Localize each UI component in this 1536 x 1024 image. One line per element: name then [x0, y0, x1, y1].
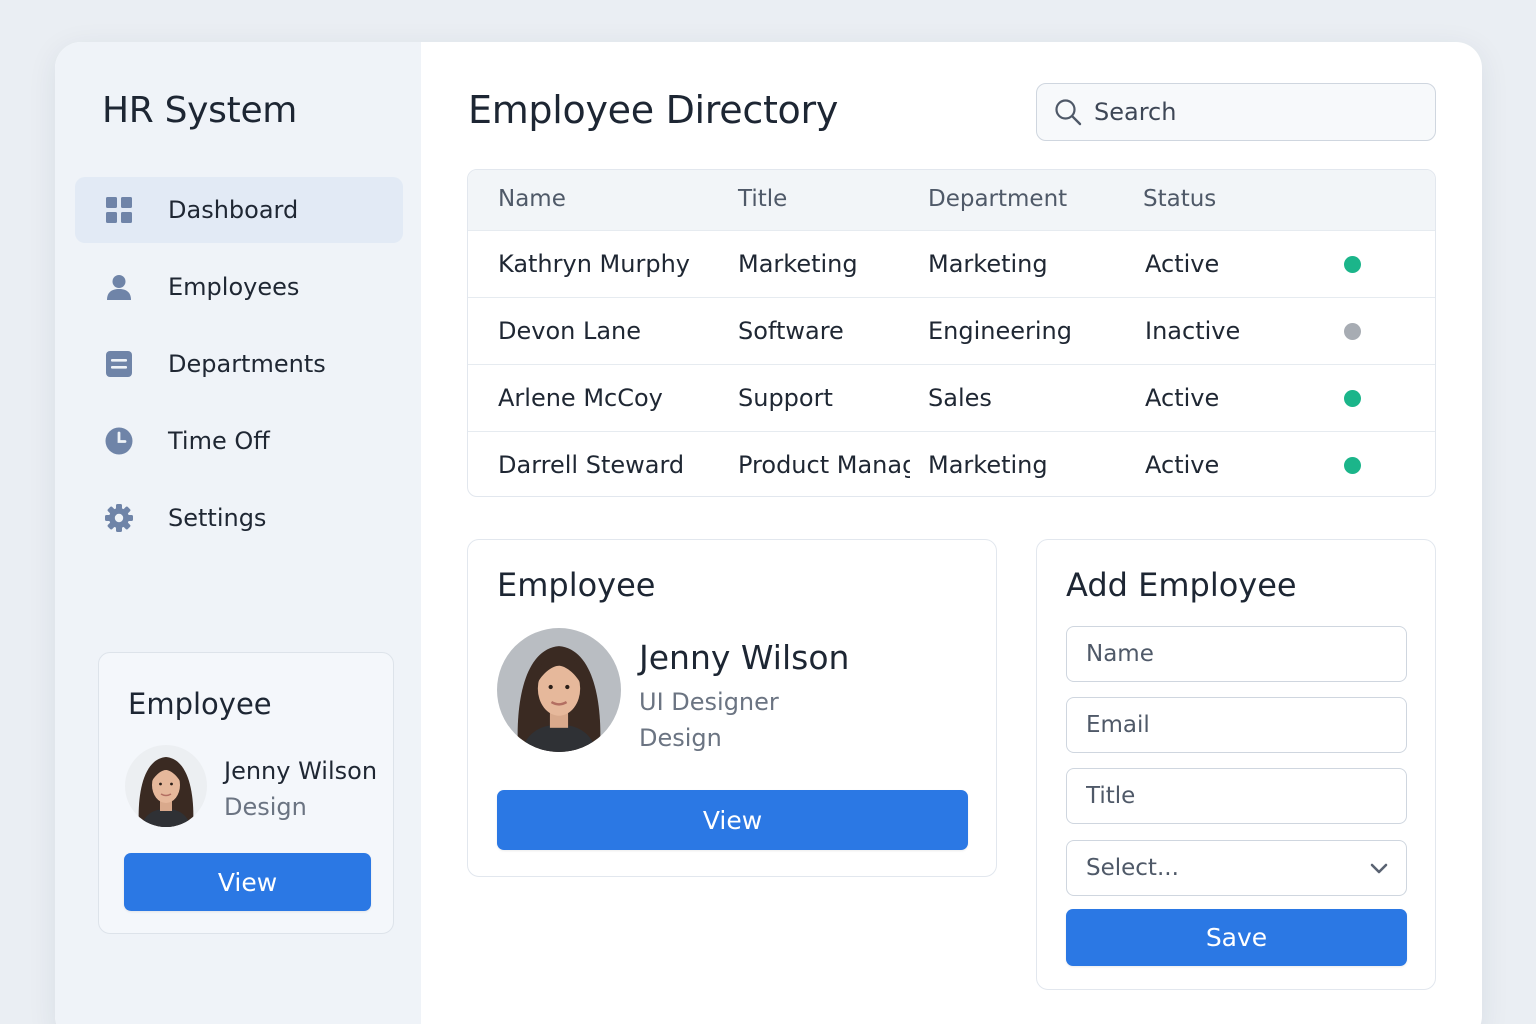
app-window: HR System Dashboard Employees Department… [55, 42, 1482, 1024]
view-button[interactable]: View [124, 853, 371, 911]
table-row[interactable]: Devon Lane Software Engineering Inactive [468, 297, 1435, 364]
sidebar-item-label: Time Off [168, 427, 270, 455]
sidebar-item-departments[interactable]: Departments [75, 331, 403, 397]
email-field[interactable] [1066, 697, 1407, 753]
status-dot [1344, 457, 1361, 474]
grid-icon [104, 195, 134, 225]
cell-status: Active [1145, 250, 1220, 278]
gear-icon [104, 503, 134, 533]
table-row[interactable]: Arlene McCoy Support Sales Active [468, 364, 1435, 431]
sidebar-item-dashboard[interactable]: Dashboard [75, 177, 403, 243]
column-header-department[interactable]: Department [928, 186, 1128, 212]
sidebar-item-label: Employees [168, 273, 300, 301]
sidebar-item-time-off[interactable]: Time Off [75, 408, 403, 474]
column-header-name[interactable]: Name [498, 186, 728, 212]
cell-title: Support [738, 384, 833, 412]
person-icon [104, 272, 134, 302]
status-dot [1344, 390, 1361, 407]
status-dot [1344, 323, 1361, 340]
sidebar-employee-card: Employee Jenny Wilson Design View [98, 652, 394, 934]
app-title: HR System [102, 90, 298, 131]
page-title: Employee Directory [468, 88, 839, 132]
table-row[interactable]: Darrell Steward Product Manag Marketing … [468, 431, 1435, 496]
cell-status: Active [1145, 451, 1220, 479]
sidebar-item-label: Departments [168, 350, 326, 378]
cell-name: Darrell Steward [498, 451, 685, 479]
sidebar-nav: Dashboard Employees Departments Time Off… [75, 177, 403, 562]
search-input[interactable] [1094, 98, 1394, 126]
employee-role: UI Designer [639, 688, 779, 716]
employee-department: Design [224, 793, 307, 821]
cell-status: Inactive [1145, 317, 1241, 345]
cell-name: Arlene McCoy [498, 384, 663, 412]
cell-title: Marketing [738, 250, 858, 278]
view-button[interactable]: View [497, 790, 968, 850]
sidebar-item-label: Settings [168, 504, 267, 532]
cell-department: Marketing [928, 250, 1048, 278]
cell-title: Software [738, 317, 844, 345]
sidebar: HR System Dashboard Employees Department… [55, 42, 421, 1024]
email-input[interactable] [1086, 712, 1386, 738]
employee-name: Jenny Wilson [639, 638, 850, 677]
table-header: Name Title Department Status [468, 170, 1435, 230]
employee-card: Employee Jenny Wilson UI Designer Design… [467, 539, 997, 877]
employee-table: Name Title Department Status Kathryn Mur… [467, 169, 1436, 497]
employee-department: Design [639, 724, 722, 752]
column-header-title[interactable]: Title [738, 186, 910, 212]
cell-name: Kathryn Murphy [498, 250, 690, 278]
card-title: Employee [128, 687, 272, 721]
cell-department: Marketing [928, 451, 1048, 479]
search-icon [1055, 99, 1082, 126]
cell-department: Sales [928, 384, 992, 412]
save-button[interactable]: Save [1066, 909, 1407, 966]
title-input[interactable] [1086, 783, 1386, 809]
add-employee-form: Add Employee Select... Save [1036, 539, 1436, 990]
cell-status: Active [1145, 384, 1220, 412]
table-row[interactable]: Kathryn Murphy Marketing Marketing Activ… [468, 230, 1435, 297]
column-header-status[interactable]: Status [1143, 186, 1293, 212]
avatar [497, 628, 621, 752]
avatar [125, 745, 207, 827]
cell-name: Devon Lane [498, 317, 642, 345]
employee-name: Jenny Wilson [224, 757, 378, 785]
clock-icon [104, 426, 134, 456]
name-field[interactable] [1066, 626, 1407, 682]
chevron-down-icon [1370, 863, 1388, 874]
title-field[interactable] [1066, 768, 1407, 824]
form-title: Add Employee [1066, 566, 1297, 604]
name-input[interactable] [1086, 641, 1386, 667]
sidebar-item-employees[interactable]: Employees [75, 254, 403, 320]
list-icon [104, 349, 134, 379]
select-value: Select... [1086, 855, 1179, 881]
search-box[interactable] [1036, 83, 1436, 141]
sidebar-item-label: Dashboard [168, 196, 299, 224]
cell-title: Product Manag [738, 451, 910, 479]
cell-department: Engineering [928, 317, 1072, 345]
department-select[interactable]: Select... [1066, 840, 1407, 896]
card-title: Employee [497, 566, 656, 604]
sidebar-item-settings[interactable]: Settings [75, 485, 403, 551]
status-dot [1344, 256, 1361, 273]
